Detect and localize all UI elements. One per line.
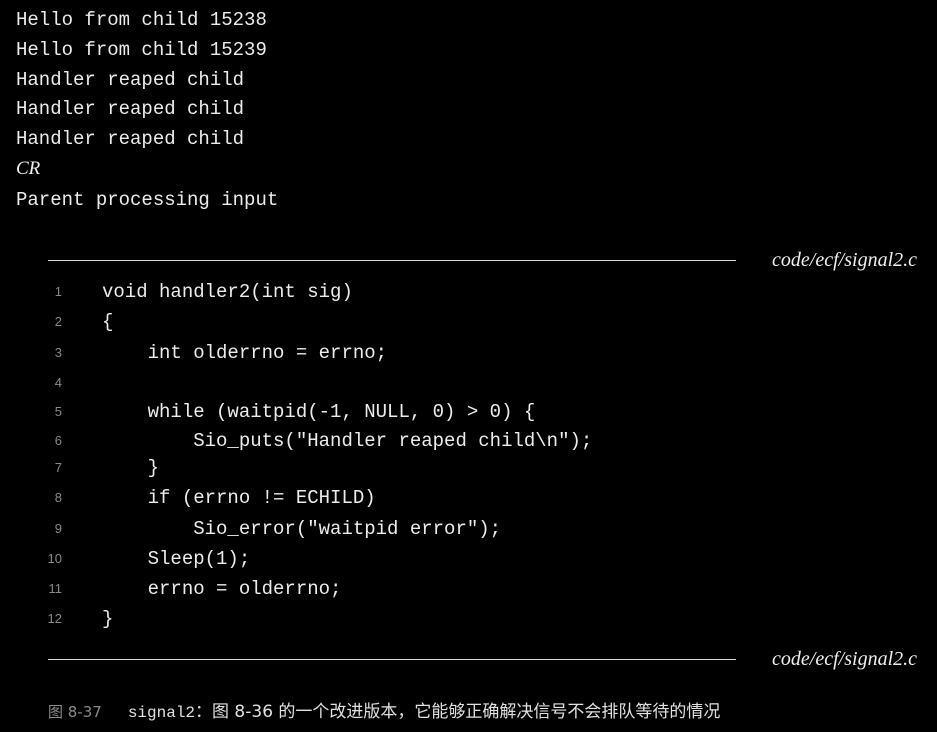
code-line: 12 } [0,604,937,634]
code-text: void handler2(int sig) [102,281,353,303]
code-text: Sio_error("waitpid error"); [102,518,502,540]
terminal-line: Handler reaped child [16,98,245,120]
top-rule [48,260,736,261]
code-line: 10 Sleep(1); [0,544,937,574]
line-number: 12 [47,611,62,626]
line-number: 10 [47,551,62,566]
terminal-line: Hello from child 15238 [16,9,267,31]
line-number: 6 [54,433,62,448]
code-line: 1 void handler2(int sig) [0,277,937,307]
line-number: 5 [54,404,62,419]
file-label-bottom: code/ecf/signal2.c [772,648,917,670]
bottom-rule [48,659,736,660]
code-line: 11 errno = olderrno; [0,574,937,604]
document-page: { "terminal_output": [ {"text": "Hello f… [0,0,937,732]
line-number: 11 [48,581,63,596]
code-line: 7 } [0,453,937,483]
line-number: 1 [54,284,62,299]
code-text: } [102,457,160,479]
file-label-top: code/ecf/signal2.c [772,249,917,271]
caption-text: ：图 8-36 的一个改进版本，它能够正确解决信号不会排队等待的情况 [195,702,721,722]
code-text: { [102,311,114,333]
code-line: 5 while (waitpid(-1, NULL, 0) > 0) { [0,397,937,427]
code-line: 3 int olderrno = errno; [0,338,937,368]
code-text: } [102,608,114,630]
line-number: 3 [54,345,62,360]
line-number: 9 [54,521,62,536]
code-text: Sio_puts("Handler reaped child\n"); [102,430,593,452]
caption-code: signal2 [127,704,196,722]
line-number: 8 [54,490,62,505]
code-text: errno = olderrno; [102,578,342,600]
line-number: 4 [54,375,62,390]
terminal-line: Parent processing input [16,189,279,211]
terminal-line: Handler reaped child [16,128,245,150]
code-text: int olderrno = errno; [102,342,388,364]
code-line: 2 { [0,307,937,337]
terminal-line: Handler reaped child [16,69,245,91]
terminal-line: Hello from child 15239 [16,39,267,61]
figure-caption: 图 8-37 signal2：图 8-36 的一个改进版本，它能够正确解决信号不会… [48,699,720,725]
code-line: 4 [0,368,937,398]
line-number: 7 [54,460,62,475]
code-text: if (errno != ECHILD) [102,487,376,509]
code-text: Sleep(1); [102,548,251,570]
code-line: 9 Sio_error("waitpid error"); [0,514,937,544]
line-number: 2 [54,314,62,329]
caption-label: 图 8-37 [48,703,102,721]
code-line: 6 Sio_puts("Handler reaped child\n"); [0,426,937,456]
code-text: while (waitpid(-1, NULL, 0) > 0) { [102,401,536,423]
terminal-line-cr: CR [16,158,41,179]
code-line: 8 if (errno != ECHILD) [0,483,937,513]
